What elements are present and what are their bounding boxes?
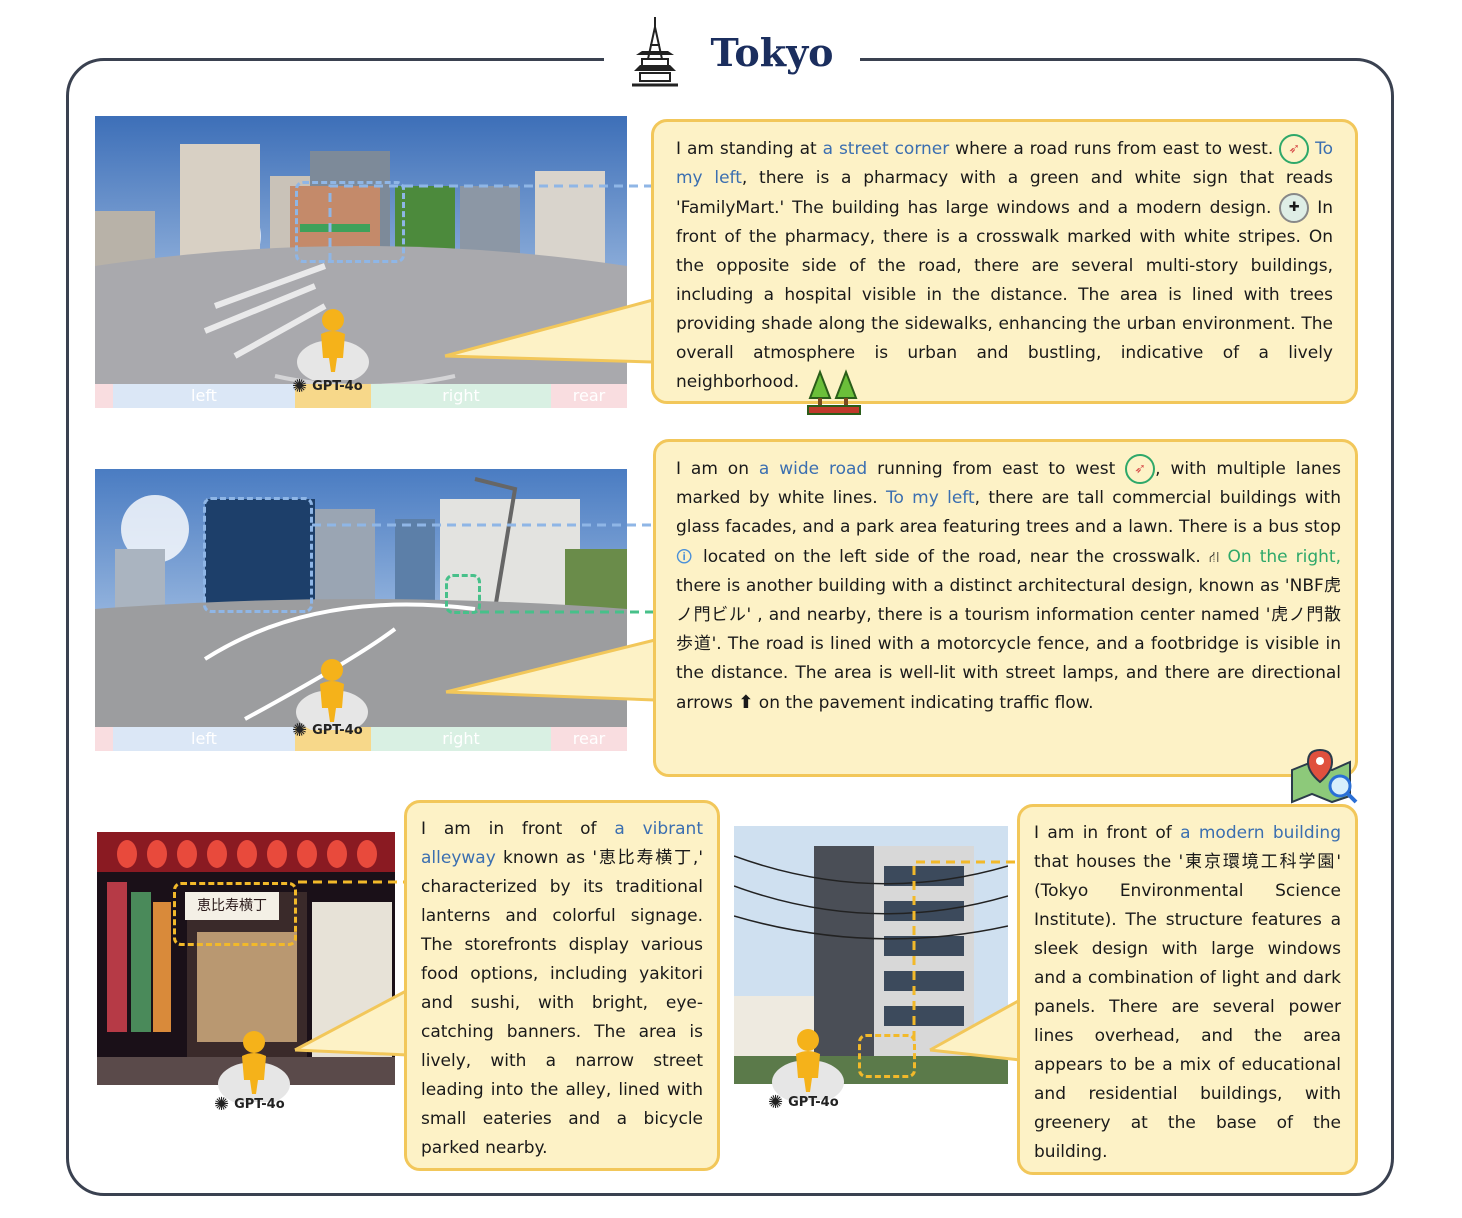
highlight-left: To my left [885,488,975,508]
description-text: I am in front of a modern building that … [1034,823,1341,1162]
crosswalk-icon: ⛙ [1208,548,1220,566]
bus-stop-icon: 🛈 [676,547,695,566]
map-search-icon [1290,748,1360,808]
description-bubble-wide-road: I am on a wide road running from east to… [653,439,1358,777]
description-bubble-street-corner: I am standing at a street corner where a… [651,119,1358,404]
segment-rear: rear [551,727,627,751]
description-text: I am on a wide road running from east to… [676,454,1341,718]
highlight-left-box [203,497,313,613]
openai-icon: ✺ [768,1092,784,1113]
trees-icon [806,368,862,420]
tokyo-tower-icon [632,17,679,87]
description-bubble-alleyway: I am in front of a vibrant alleyway know… [404,800,720,1171]
highlight-location: a wide road [758,459,868,479]
highlight-right: On the right, [1227,547,1341,567]
description-text: I am in front of a vibrant alleyway know… [421,819,703,1158]
openai-icon: ✺ [214,1094,230,1115]
title-block: Tokyo [604,10,860,94]
model-label: ✺ GPT-4o [214,1094,285,1115]
segment-left: left [113,384,295,408]
page-title: Tokyo [710,29,834,75]
highlight-location: a street corner [822,139,950,159]
highlight-signplate-box [858,1034,916,1078]
highlight-left-box [295,181,405,263]
segment-rear: rear [551,384,627,408]
segment-rear-left [95,384,113,408]
segment-rear-left [95,727,113,751]
compass-icon: ➶ [1279,134,1310,164]
segment-right: right [371,727,551,751]
highlight-sign-box [173,882,297,946]
compass-icon: ➶ [1125,454,1156,484]
model-label: ✺ GPT-4o [292,720,363,741]
highlight-location: a modern building [1180,823,1341,843]
highlight-right-box [445,574,481,614]
up-arrow-icon: ⬆ [738,692,754,713]
openai-icon: ✺ [292,720,308,741]
openai-icon: ✺ [292,376,308,397]
model-label: ✺ GPT-4o [768,1092,839,1113]
segment-right: right [371,384,551,408]
description-bubble-modern-building: I am in front of a modern building that … [1017,804,1358,1175]
model-label: ✺ GPT-4o [292,376,363,397]
description-text: I am standing at a street corner where a… [676,134,1333,397]
pegman-icon [293,300,373,384]
segment-left: left [113,727,295,751]
pharmacy-icon: ✚ [1279,193,1310,223]
